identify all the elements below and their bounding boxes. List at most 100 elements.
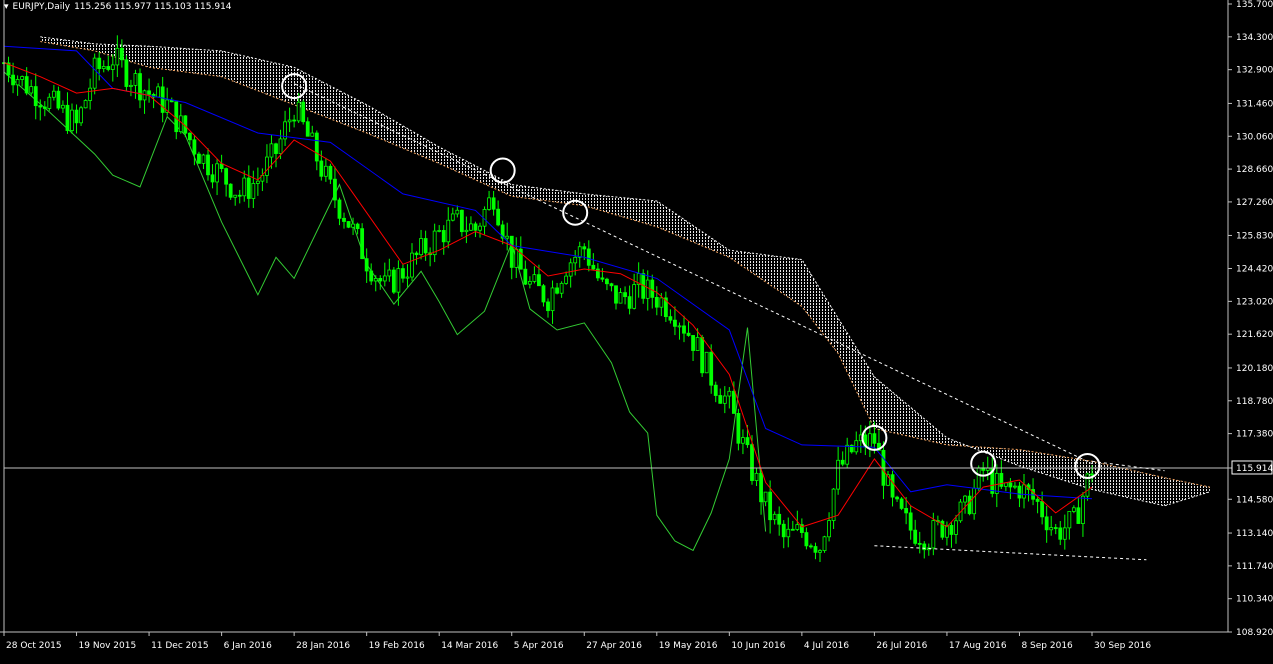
candle-body xyxy=(818,550,822,553)
candle-body xyxy=(523,268,528,285)
candle-body xyxy=(56,90,61,109)
candle-body xyxy=(119,47,124,61)
candle-body xyxy=(187,132,192,141)
candle-body xyxy=(781,523,786,538)
candle-body xyxy=(564,275,569,284)
candle-body xyxy=(727,390,732,397)
candle-body xyxy=(65,104,70,131)
candle-body xyxy=(994,472,999,494)
candle-body xyxy=(387,269,392,277)
candle-body xyxy=(786,528,791,538)
candle-body xyxy=(976,467,981,489)
candle-body xyxy=(1049,527,1054,531)
candle-body xyxy=(763,491,768,503)
candle-body xyxy=(156,86,161,98)
candle-body xyxy=(904,508,909,514)
candle-body xyxy=(691,335,695,351)
candle-body xyxy=(70,109,74,131)
candle-body xyxy=(206,154,210,176)
x-tick-label: 28 Oct 2015 xyxy=(6,641,62,651)
candle-body xyxy=(650,279,655,298)
candle-body xyxy=(246,177,251,199)
candle-body xyxy=(827,520,831,538)
candle-body xyxy=(469,223,473,231)
x-tick-label: 19 Feb 2016 xyxy=(369,641,425,651)
candle-body xyxy=(396,268,401,293)
candle-body xyxy=(110,64,115,70)
candle-body xyxy=(83,100,88,109)
candle-body xyxy=(391,269,396,293)
x-tick-label: 11 Dec 2015 xyxy=(151,641,209,651)
candle xyxy=(704,351,709,374)
candle-body xyxy=(1090,473,1094,476)
candle-body xyxy=(20,76,25,80)
y-tick-label: 120.180 xyxy=(1236,364,1273,374)
y-tick-label: 124.420 xyxy=(1236,265,1273,275)
symbol-label: EURJPY,Daily xyxy=(12,2,71,12)
candle-body xyxy=(251,183,256,199)
chart-symbol-icon: ▾ xyxy=(4,2,9,12)
candle xyxy=(700,334,705,377)
candle-body xyxy=(228,183,233,198)
y-tick-label: 135.700 xyxy=(1236,0,1273,10)
candle xyxy=(899,497,904,511)
candle-body xyxy=(174,101,179,133)
candle-body xyxy=(568,262,573,277)
candle-body xyxy=(1071,507,1076,512)
candle-body xyxy=(74,109,79,124)
y-tick-label: 128.660 xyxy=(1236,165,1273,175)
y-tick-label: 131.460 xyxy=(1236,99,1273,109)
candle-body xyxy=(369,270,374,282)
candle-body xyxy=(215,163,219,183)
candle-body xyxy=(895,496,899,500)
candle-body xyxy=(51,90,56,98)
candle xyxy=(976,465,981,491)
y-tick-label: 114.580 xyxy=(1236,495,1273,505)
chart-area[interactable]: 135.700 134.300 132.900 131.460 130.060 128.6… xyxy=(0,0,1273,660)
candle-body xyxy=(917,542,922,545)
candle-body xyxy=(741,437,745,444)
candle-body xyxy=(822,536,827,551)
candle-body xyxy=(446,219,451,243)
price-chart[interactable]: 135.700 134.300 132.900 131.460 130.060 128.6… xyxy=(0,0,1273,660)
x-tick-label: 19 Nov 2015 xyxy=(79,641,137,651)
candle xyxy=(346,221,351,229)
candle xyxy=(92,53,97,95)
candle-body xyxy=(654,297,659,308)
candle-body xyxy=(582,246,587,250)
candle-body xyxy=(731,390,736,414)
candle-body xyxy=(632,284,637,309)
candle-body xyxy=(478,225,482,231)
candle-body xyxy=(546,301,550,312)
candle-body xyxy=(269,143,274,158)
candle-body xyxy=(1044,516,1049,531)
candle-body xyxy=(795,524,800,530)
candle-body xyxy=(473,223,478,231)
candle-body xyxy=(364,258,369,272)
candle-body xyxy=(722,395,727,404)
candle-body xyxy=(459,209,464,233)
candle-body xyxy=(745,437,750,446)
candle-body xyxy=(314,132,319,162)
x-tick-label: 26 Jul 2016 xyxy=(876,641,927,651)
candle-body xyxy=(296,101,301,122)
candle-body xyxy=(963,495,967,503)
candle-body xyxy=(922,543,927,551)
candle-body xyxy=(1062,527,1067,540)
candle-body xyxy=(768,491,773,521)
candle-body xyxy=(586,248,591,266)
candle-body xyxy=(450,213,455,221)
candle-body xyxy=(192,139,197,155)
candle xyxy=(360,223,365,260)
candle-body xyxy=(836,459,841,490)
candle-body xyxy=(931,520,936,549)
candle-body xyxy=(178,115,183,133)
candle-body xyxy=(550,287,555,312)
candle-body xyxy=(609,283,614,287)
y-tick-label: 130.060 xyxy=(1236,132,1273,142)
candle-body xyxy=(972,487,977,515)
candle-body xyxy=(401,268,405,279)
chart-header: ▾ EURJPY,Daily 115.256 115.977 115.103 115… xyxy=(4,2,236,12)
candle-body xyxy=(29,86,34,94)
candle xyxy=(83,99,88,109)
